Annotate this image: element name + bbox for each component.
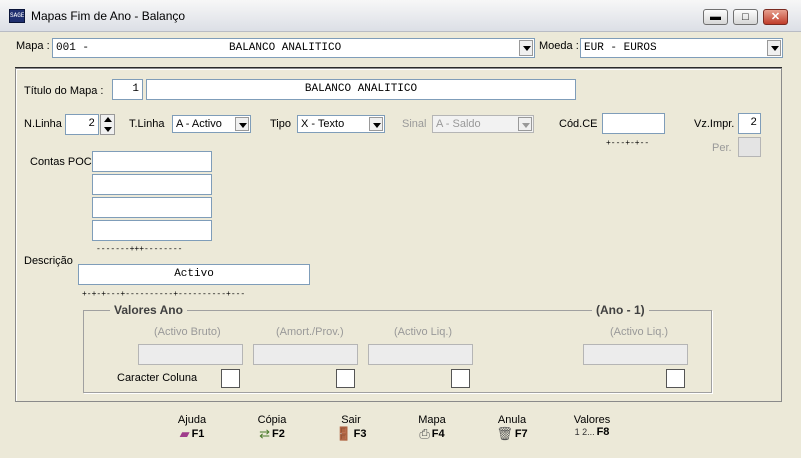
vzimpr-field[interactable]: 2 [738, 113, 761, 134]
chevron-down-icon[interactable] [519, 40, 533, 56]
help-button[interactable]: Ajuda ▰ F1 [162, 414, 222, 442]
valores-title: Valores Ano [110, 303, 187, 317]
caracter-label: Caracter Coluna [117, 372, 198, 384]
chevron-up-icon[interactable] [104, 117, 112, 122]
values-button[interactable]: Valores 1 2... F8 [562, 414, 622, 438]
help-key: F1 [191, 427, 205, 440]
codce-label: Cód.CE [559, 118, 598, 130]
moeda-value: EUR - EUROS [584, 42, 657, 54]
book-icon: ▰ [179, 426, 190, 441]
moeda-select[interactable]: EUR - EUROS [580, 38, 783, 58]
contas-field-2[interactable] [92, 174, 212, 195]
printer-icon: ⎙ [419, 426, 430, 441]
map-button[interactable]: Mapa ⎙ F4 [402, 414, 462, 442]
tipo-label: Tipo [270, 118, 291, 130]
titulo-number-field[interactable]: 1 [112, 79, 143, 100]
per-label: Per. [712, 142, 732, 154]
nlinha-spinner[interactable] [100, 114, 115, 135]
col1-field [138, 344, 243, 365]
help-label: Ajuda [177, 414, 207, 426]
contas-field-3[interactable] [92, 197, 212, 218]
titulo-field[interactable]: BALANCO ANALITICO [146, 79, 576, 100]
descricao-label: Descrição [24, 255, 73, 267]
cancel-button[interactable]: Anula 🗑 F7 [482, 414, 542, 442]
col2-field [253, 344, 358, 365]
maximize-button[interactable]: □ [733, 9, 758, 25]
col1-label: (Activo Bruto) [154, 326, 221, 338]
nlinha-label: N.Linha [24, 118, 62, 130]
caracter-col2-field[interactable] [336, 369, 355, 388]
mapa-name: BALANCO ANALITICO [229, 42, 342, 54]
mapa-select[interactable]: 001 - BALANCO ANALITICO [52, 38, 535, 58]
contas-label: Contas POC [30, 156, 92, 168]
minimize-button[interactable]: ▬ [703, 9, 728, 25]
caracter-col4-field[interactable] [666, 369, 685, 388]
tipo-value: X - Texto [301, 118, 345, 130]
contas-mask: -------+++-------- [96, 245, 183, 254]
sequence-icon: 1 2... [574, 427, 595, 438]
col4-label: (Activo Liq.) [610, 326, 669, 338]
caracter-col3-field[interactable] [451, 369, 470, 388]
descricao-field[interactable]: Activo [78, 264, 310, 285]
window-title: Mapas Fim de Ano - Balanço [31, 9, 186, 23]
cancel-key: F7 [514, 427, 528, 440]
tlinha-label: T.Linha [129, 118, 165, 130]
col4-field [583, 344, 688, 365]
exit-label: Sair [341, 414, 361, 426]
caracter-col1-field[interactable] [221, 369, 240, 388]
sinal-label: Sinal [402, 118, 427, 130]
cancel-label: Anula [497, 414, 527, 426]
copy-key: F2 [272, 427, 285, 440]
trash-icon: 🗑 [496, 426, 513, 441]
copy-icon: ⇄ [259, 426, 271, 441]
values-label: Valores [573, 414, 611, 426]
descricao-mask: +-+-+---+----------+----------+--- [82, 290, 246, 299]
per-field [738, 137, 761, 157]
close-button[interactable]: ✕ [763, 9, 788, 25]
values-key: F8 [596, 426, 610, 438]
mapa-label: Mapa : [16, 40, 50, 52]
codce-mask: +---+-+-- [606, 139, 650, 148]
mapa-code: 001 - [56, 42, 90, 54]
chevron-down-icon[interactable] [104, 127, 112, 132]
chevron-down-icon [518, 117, 532, 131]
codce-field[interactable] [602, 113, 665, 134]
chevron-down-icon[interactable] [235, 117, 249, 131]
exit-key: F3 [353, 427, 367, 440]
col3-label: (Activo Liq.) [394, 326, 453, 338]
col2-label: (Amort./Prov.) [276, 326, 344, 338]
tipo-select[interactable]: X - Texto [297, 115, 385, 133]
map-label: Mapa [418, 414, 446, 426]
moeda-label: Moeda : [539, 40, 579, 52]
sinal-select: A - Saldo [432, 115, 534, 133]
vzimpr-label: Vz.Impr. [694, 118, 735, 130]
exit-icon: 🚪 [335, 426, 352, 441]
exit-button[interactable]: Sair 🚪 F3 [321, 414, 381, 442]
valores-prev-title: (Ano - 1) [592, 303, 649, 317]
map-key: F4 [431, 427, 445, 440]
copy-button[interactable]: Cópia ⇄ F2 [242, 414, 302, 442]
tlinha-value: A - Activo [176, 118, 222, 130]
contas-field-1[interactable] [92, 151, 212, 172]
chevron-down-icon[interactable] [369, 117, 383, 131]
chevron-down-icon[interactable] [767, 40, 781, 56]
contas-field-4[interactable] [92, 220, 212, 241]
tlinha-select[interactable]: A - Activo [172, 115, 251, 133]
sinal-value: A - Saldo [436, 118, 481, 130]
app-logo-icon: SAGE [9, 9, 25, 23]
titulo-label: Título do Mapa : [24, 85, 104, 97]
col3-field [368, 344, 473, 365]
nlinha-field[interactable]: 2 [65, 114, 99, 135]
copy-label: Cópia [257, 414, 287, 426]
